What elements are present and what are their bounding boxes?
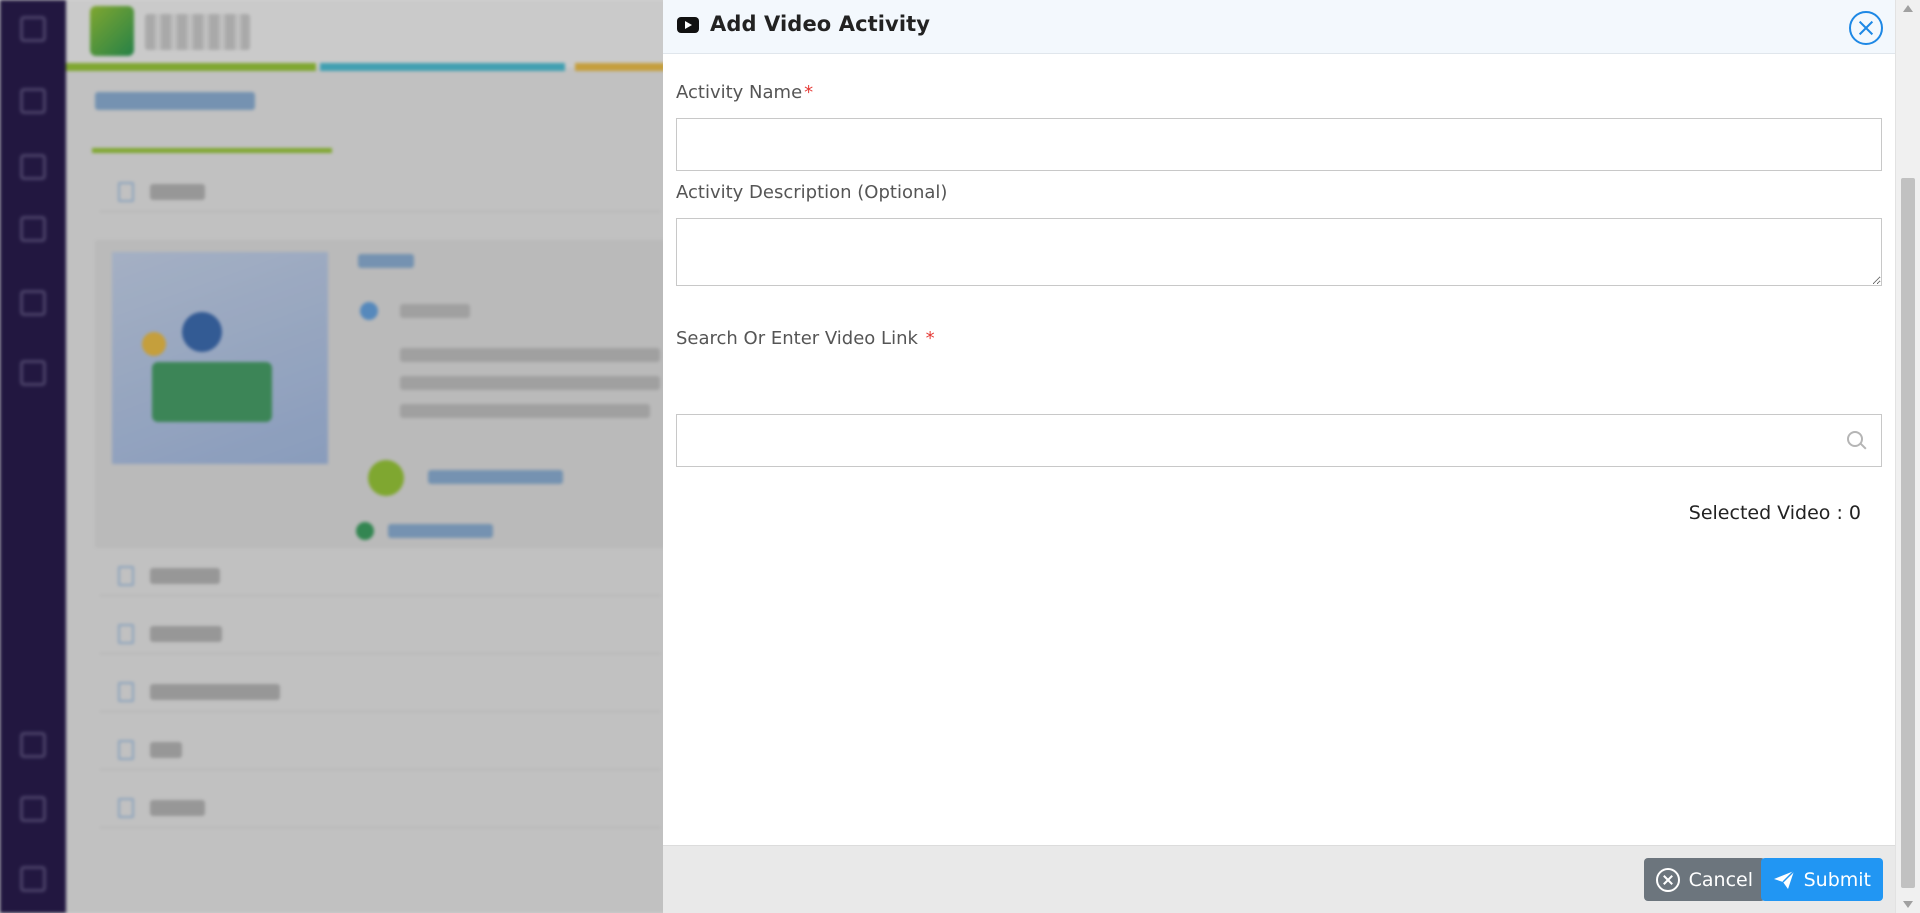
drawer-footer: Cancel Submit (663, 845, 1895, 913)
drawer-title: Add Video Activity (710, 12, 931, 36)
youtube-icon (677, 17, 699, 33)
video-link-label: Search Or Enter Video Link * (676, 328, 935, 349)
video-link-input[interactable] (677, 415, 1827, 466)
scroll-up-arrow-icon[interactable] (1903, 5, 1913, 12)
activity-name-label-text: Activity Name (676, 82, 803, 103)
scroll-down-arrow-icon[interactable] (1903, 901, 1913, 908)
submit-button-label: Submit (1803, 868, 1871, 891)
close-circle-icon (1655, 867, 1680, 892)
selected-video-count: Selected Video : 0 (1688, 502, 1861, 524)
required-mark: * (804, 82, 814, 103)
page-scrollbar[interactable] (1895, 0, 1920, 913)
submit-button[interactable]: Submit (1760, 858, 1883, 901)
activity-description-label: Activity Description (Optional) (676, 182, 948, 203)
activity-description-textarea[interactable] (676, 218, 1882, 286)
cancel-button-label: Cancel (1688, 868, 1753, 891)
add-video-activity-drawer: Add Video Activity Activity Name * Activi… (663, 0, 1895, 913)
close-icon[interactable] (1849, 11, 1883, 45)
video-link-label-text: Search Or Enter Video Link (676, 328, 918, 349)
search-icon[interactable] (1847, 431, 1867, 451)
activity-name-label: Activity Name * (676, 82, 813, 103)
drawer-header: Add Video Activity (663, 0, 1895, 54)
cancel-button[interactable]: Cancel (1643, 858, 1765, 901)
drawer-body: Activity Name * Activity Description (Opt… (663, 54, 1895, 845)
activity-name-input[interactable] (676, 118, 1882, 171)
scroll-thumb[interactable] (1901, 178, 1915, 888)
required-mark: * (925, 328, 935, 349)
send-icon (1773, 869, 1795, 890)
video-link-search (676, 414, 1882, 467)
